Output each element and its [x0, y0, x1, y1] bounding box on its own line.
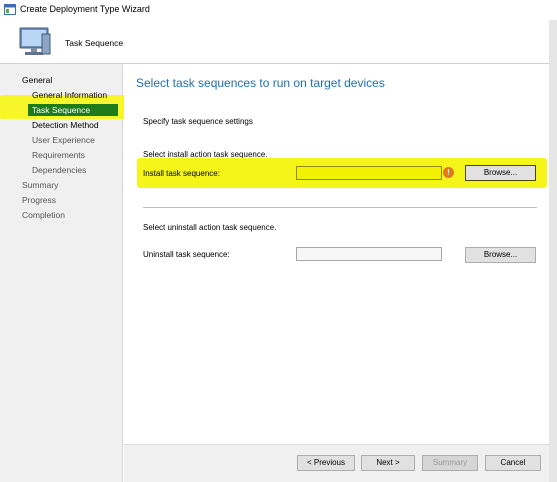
settings-heading: Specify task sequence settings — [143, 117, 253, 126]
page-title: Select task sequences to run on target d… — [136, 76, 385, 90]
cancel-button[interactable]: Cancel — [485, 455, 541, 471]
uninstall-browse-button[interactable]: Browse... — [465, 247, 536, 263]
install-task-sequence-input[interactable] — [296, 166, 442, 180]
install-field-label: Install task sequence: — [143, 169, 220, 178]
nav-item-general-information[interactable]: General Information — [32, 90, 107, 100]
summary-button: Summary — [422, 455, 478, 471]
previous-button[interactable]: < Previous — [297, 455, 355, 471]
nav-item-progress: Progress — [22, 195, 57, 205]
nav-item-summary: Summary — [22, 180, 59, 190]
wizard-header: Task Sequence — [0, 20, 557, 64]
nav-item-completion: Completion — [22, 210, 65, 220]
nav-item-user-experience: User Experience — [32, 135, 95, 145]
window-edge — [549, 20, 557, 482]
title-bar: Create Deployment Type Wizard — [0, 0, 557, 20]
wizard-window-icon — [4, 4, 16, 15]
uninstall-task-sequence-input[interactable] — [296, 247, 442, 261]
uninstall-section-label: Select uninstall action task sequence. — [143, 223, 277, 232]
computer-monitor-icon — [19, 27, 51, 55]
error-icon: ! — [443, 167, 454, 178]
wizard-content — [124, 64, 557, 482]
nav-item-detection-method[interactable]: Detection Method — [32, 120, 99, 130]
window-title: Create Deployment Type Wizard — [20, 4, 150, 14]
nav-item-task-sequence[interactable]: Task Sequence — [28, 104, 118, 116]
nav-item-dependencies: Dependencies — [32, 165, 87, 175]
install-browse-button[interactable]: Browse... — [465, 165, 536, 181]
next-button[interactable]: Next > — [361, 455, 415, 471]
nav-item-requirements: Requirements — [32, 150, 85, 160]
uninstall-field-label: Uninstall task sequence: — [143, 250, 230, 259]
nav-item-general[interactable]: General — [22, 75, 52, 85]
header-title: Task Sequence — [65, 38, 124, 48]
section-divider — [143, 207, 537, 208]
